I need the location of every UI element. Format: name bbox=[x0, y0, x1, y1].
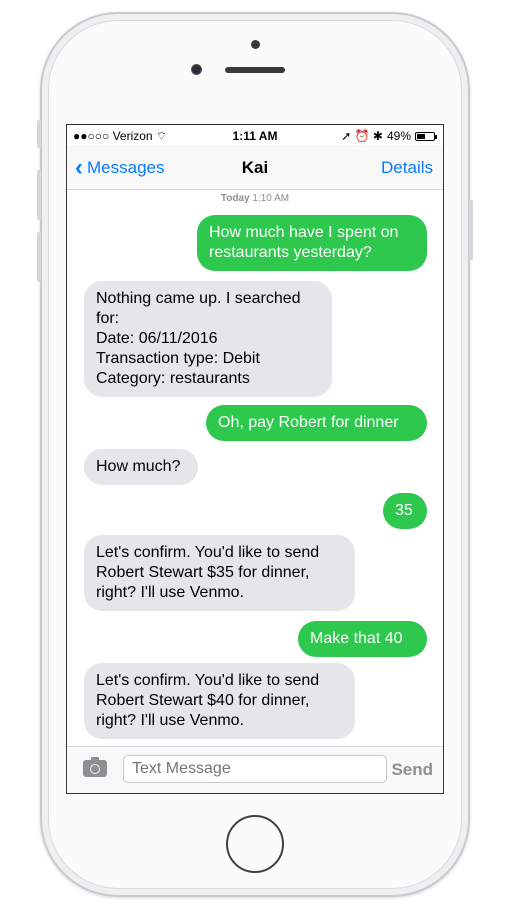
volume-up-button bbox=[37, 170, 41, 220]
message-bubble[interactable]: How much? bbox=[84, 449, 198, 485]
timestamp-time: 1:10 AM bbox=[252, 193, 290, 204]
battery-icon bbox=[415, 131, 437, 141]
message-input[interactable] bbox=[123, 755, 387, 783]
phone-screen: ●●○○○ Verizon ⌔ 1:11 AM ➚ ⏰ ✱ 49% ‹ Mess… bbox=[66, 124, 444, 794]
message-bubble[interactable]: Let's confirm. You'd like to send Robert… bbox=[84, 535, 355, 611]
status-bar: ●●○○○ Verizon ⌔ 1:11 AM ➚ ⏰ ✱ 49% bbox=[67, 125, 443, 145]
proximity-sensor bbox=[251, 40, 260, 49]
message-bubble[interactable]: Oh, pay Robert for dinner bbox=[206, 405, 427, 441]
send-button[interactable]: Send bbox=[391, 760, 433, 780]
message-bubble[interactable]: Nothing came up. I searched for: Date: 0… bbox=[84, 281, 332, 397]
details-button[interactable]: Details bbox=[381, 158, 433, 178]
mute-switch bbox=[37, 120, 41, 148]
status-right: ➚ ⏰ ✱ 49% bbox=[341, 129, 437, 143]
front-camera bbox=[191, 64, 202, 75]
volume-down-button bbox=[37, 232, 41, 282]
message-bubble[interactable]: How much have I spent on restaurants yes… bbox=[197, 215, 427, 271]
camera-icon[interactable] bbox=[83, 757, 107, 777]
status-icons: ➚ ⏰ ✱ bbox=[341, 129, 383, 143]
timestamp: Today 1:10 AM bbox=[67, 193, 443, 204]
timestamp-day: Today bbox=[220, 193, 250, 204]
compose-bar: Send bbox=[67, 746, 443, 793]
power-button bbox=[469, 200, 473, 260]
battery-percent: 49% bbox=[386, 129, 411, 143]
message-bubble[interactable]: Let's confirm. You'd like to send Robert… bbox=[84, 663, 355, 739]
battery-fill bbox=[417, 133, 425, 139]
message-bubble[interactable]: Make that 40 bbox=[298, 621, 427, 657]
earpiece-speaker bbox=[225, 67, 285, 73]
home-button[interactable] bbox=[226, 815, 284, 873]
message-bubble[interactable]: 35 bbox=[383, 493, 427, 529]
nav-bar: ‹ Messages Kai Details bbox=[67, 145, 443, 190]
